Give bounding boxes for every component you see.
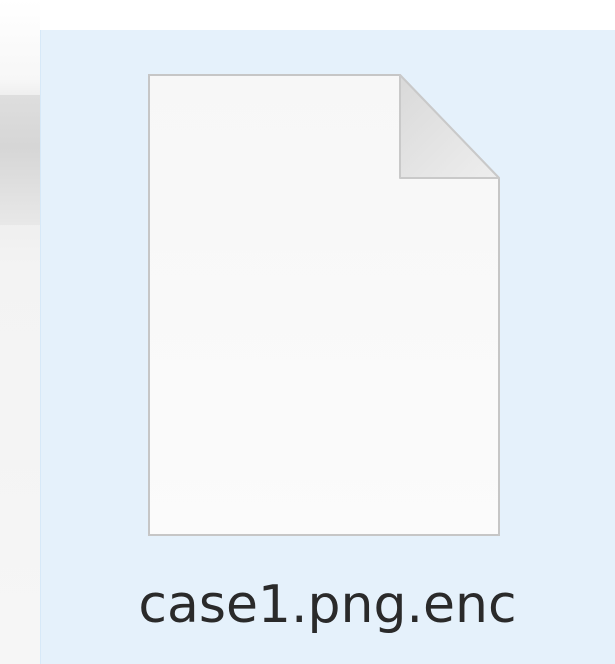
background-left-shadow [0,95,40,225]
file-name-label[interactable]: case1.png.enc [40,570,615,640]
background-top [0,0,615,30]
explorer-view: case1.png.enc [0,0,615,664]
blank-document-icon[interactable] [148,74,500,536]
